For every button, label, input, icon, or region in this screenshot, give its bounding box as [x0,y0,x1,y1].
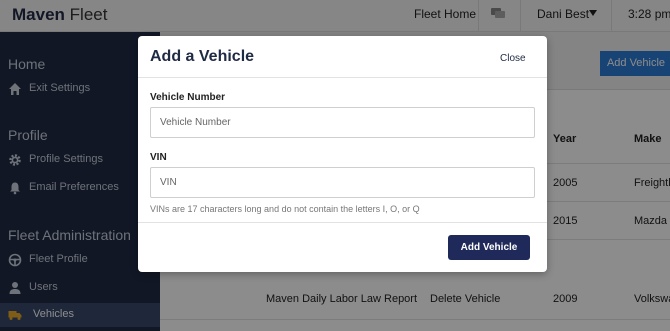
add-vehicle-modal: Add a Vehicle Close Vehicle Number VIN V… [138,36,547,272]
close-button[interactable]: Close [500,53,526,64]
vin-help-text: VINs are 17 characters long and do not c… [150,204,420,214]
vehicle-number-input[interactable] [150,107,535,138]
modal-divider [138,77,547,78]
add-vehicle-submit-button[interactable]: Add Vehicle [448,235,530,260]
vin-input[interactable] [150,167,535,198]
vehicle-number-label: Vehicle Number [150,92,226,103]
vin-label: VIN [150,152,167,163]
modal-title: Add a Vehicle [150,48,255,65]
modal-divider [138,222,547,223]
